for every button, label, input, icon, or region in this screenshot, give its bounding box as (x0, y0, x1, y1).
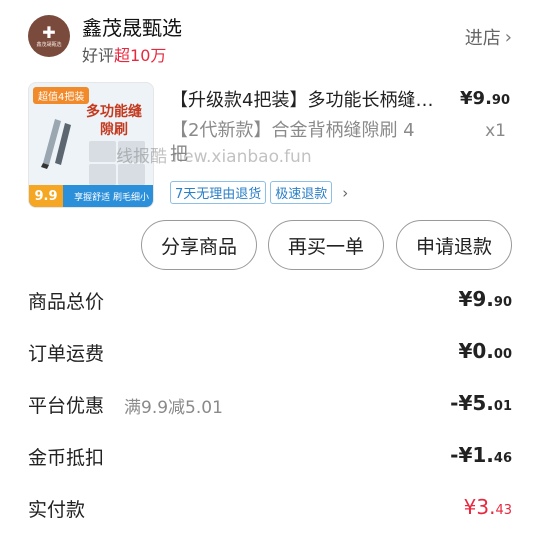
discount-detail: 满9.9减5.01 (124, 398, 223, 418)
brush-illustration-icon (41, 119, 71, 169)
shipping-value: ¥0.00 (458, 339, 512, 363)
total-label: 商品总价 (28, 291, 105, 313)
coin-label: 金币抵扣 (28, 447, 105, 469)
coin-value: -¥1.46 (450, 443, 512, 467)
thumb-price: 9.9 (29, 185, 63, 207)
paid-value: ¥3.43 (463, 495, 512, 519)
summary-row-coin: 金币抵扣 -¥1.46 (28, 443, 512, 473)
product-title[interactable]: 【升级款4把装】多功能长柄缝隙刷… (170, 86, 440, 112)
thumb-badge: 超值4把装 (33, 87, 90, 104)
watermark-text: 线报酷 new.xianbao.fun (116, 147, 312, 167)
enter-store-label: 进店 (464, 28, 501, 49)
total-value: ¥9.90 (458, 287, 512, 311)
discount-label: 平台优惠 (28, 395, 105, 417)
buy-again-button[interactable]: 再买一单 (268, 220, 384, 270)
shop-logo-text: 鑫茂晟甄选 (36, 41, 62, 48)
shop-logo[interactable]: ✚ 鑫茂晟甄选 (28, 15, 70, 57)
thumb-title: 多功能缝隙刷 (86, 104, 142, 138)
summary-row-discount: 平台优惠 满9.9减5.01 -¥5.01 (28, 391, 512, 421)
summary-row-shipping: 订单运费 ¥0.00 (28, 339, 512, 369)
service-tags[interactable]: 7天无理由退货 极速退款 › (170, 181, 348, 204)
shop-name[interactable]: 鑫茂晟甄选 (82, 12, 182, 41)
summary-row-paid: 实付款 ¥3.43 (28, 495, 512, 525)
shop-rating-value: 超10万 (114, 46, 167, 65)
discount-value: -¥5.01 (450, 391, 512, 415)
chevron-right-icon: › (504, 26, 512, 48)
tag-fast-refund: 极速退款 (270, 181, 333, 204)
shop-header: ✚ 鑫茂晟甄选 鑫茂晟甄选 好评超10万 进店 › (28, 12, 512, 68)
shipping-label: 订单运费 (28, 343, 105, 365)
product-quantity: x1 (485, 121, 506, 141)
paid-label: 实付款 (28, 499, 86, 521)
share-product-button[interactable]: 分享商品 (141, 220, 257, 270)
shop-rating: 好评超10万 (82, 42, 166, 66)
chevron-right-icon: › (342, 183, 349, 202)
product-price: ¥9.90 (460, 88, 510, 109)
summary-row-total: 商品总价 ¥9.90 (28, 287, 512, 317)
request-refund-button[interactable]: 申请退款 (396, 220, 512, 270)
shop-logo-cross-icon: ✚ (42, 22, 56, 42)
tag-7day-return: 7天无理由退货 (170, 181, 267, 204)
enter-store-button[interactable]: 进店 › (465, 24, 512, 50)
shop-rating-prefix: 好评 (82, 46, 115, 65)
